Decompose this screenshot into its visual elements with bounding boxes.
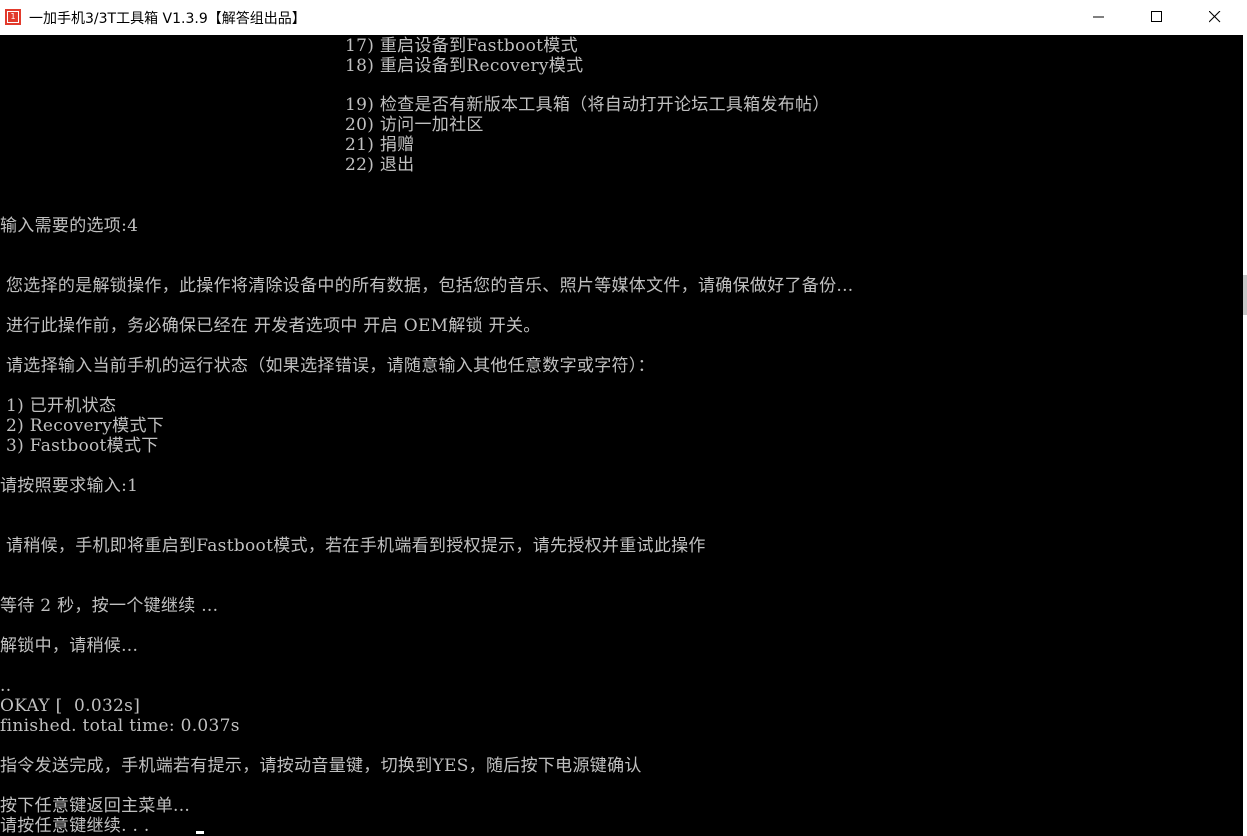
console-line: 3) Fastboot模式下 bbox=[6, 436, 159, 456]
title-bar: 1 一加手机3/3T工具箱 V1.3.9【解答组出品】 bbox=[0, 0, 1247, 35]
console-line: 1) 已开机状态 bbox=[6, 396, 117, 416]
console-line: 22) 退出 bbox=[345, 155, 415, 175]
console-line: .. bbox=[0, 676, 12, 696]
text-cursor bbox=[196, 831, 204, 834]
console-line: 请按任意键继续. . . bbox=[0, 816, 150, 836]
maximize-button[interactable] bbox=[1128, 0, 1186, 35]
vertical-scrollbar[interactable] bbox=[1243, 35, 1247, 836]
console-line: 21) 捐赠 bbox=[345, 135, 415, 155]
close-button[interactable] bbox=[1186, 0, 1244, 35]
console-output[interactable]: 17) 重启设备到Fastboot模式 18) 重启设备到Recovery模式 … bbox=[0, 35, 1243, 836]
console-line: 请按照要求输入:1 bbox=[0, 476, 139, 496]
console-line: 解锁中，请稍候... bbox=[0, 636, 139, 656]
console-line: finished. total time: 0.037s bbox=[0, 716, 240, 736]
console-line: 18) 重启设备到Recovery模式 bbox=[345, 56, 584, 76]
app-icon-glyph: 1 bbox=[7, 11, 19, 23]
console-line: 请稍候，手机即将重启到Fastboot模式，若在手机端看到授权提示，请先授权并重… bbox=[6, 536, 706, 556]
minimize-button[interactable] bbox=[1070, 0, 1128, 35]
minimize-icon bbox=[1093, 16, 1104, 18]
console-line: 19) 检查是否有新版本工具箱（将自动打开论坛工具箱发布帖） bbox=[345, 95, 830, 115]
console-line: 您选择的是解锁操作，此操作将清除设备中的所有数据，包括您的音乐、照片等媒体文件，… bbox=[6, 276, 854, 296]
close-icon bbox=[1209, 11, 1221, 23]
console-line: 等待 2 秒，按一个键继续 ... bbox=[0, 596, 219, 616]
console-line: 指令发送完成，手机端若有提示，请按动音量键，切换到YES，随后按下电源键确认 bbox=[0, 756, 642, 776]
console-line: 按下任意键返回主菜单... bbox=[0, 796, 191, 816]
console-line: 17) 重启设备到Fastboot模式 bbox=[345, 36, 578, 56]
console-line: 输入需要的选项:4 bbox=[0, 216, 139, 236]
console-line: 20) 访问一加社区 bbox=[345, 115, 484, 135]
console-line: 进行此操作前，务必确保已经在 开发者选项中 开启 OEM解锁 开关。 bbox=[6, 316, 541, 336]
app-icon[interactable]: 1 bbox=[5, 9, 21, 25]
maximize-icon bbox=[1151, 11, 1162, 22]
console-line: 2) Recovery模式下 bbox=[6, 416, 165, 436]
console-line: 请选择输入当前手机的运行状态（如果选择错误，请随意输入其他任意数字或字符）： bbox=[6, 356, 655, 376]
window-title: 一加手机3/3T工具箱 V1.3.9【解答组出品】 bbox=[29, 11, 306, 27]
console-line: OKAY [ 0.032s] bbox=[0, 696, 141, 716]
scrollbar-thumb[interactable] bbox=[1243, 275, 1247, 315]
